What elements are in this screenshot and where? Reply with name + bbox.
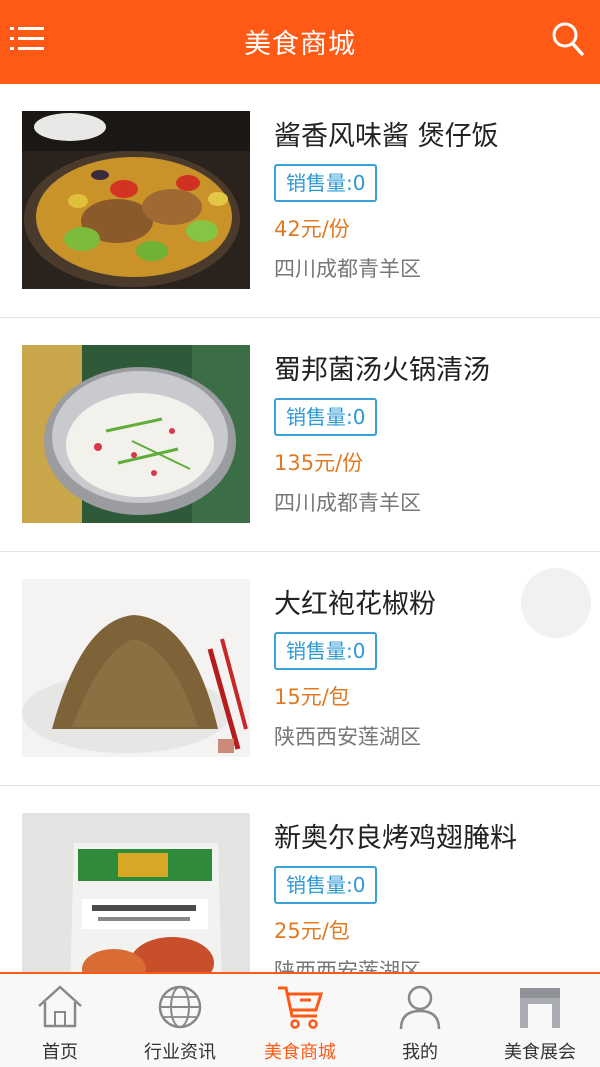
product-image[interactable] — [22, 579, 250, 757]
product-item[interactable]: 蜀邦菌汤火锅清汤 销售量:0 135元/份 四川成都青羊区 — [0, 318, 600, 552]
product-price: 42元/份 — [274, 217, 350, 241]
tab-mine[interactable]: 我的 — [360, 974, 480, 1067]
product-price: 15元/包 — [274, 685, 350, 709]
store-icon — [515, 982, 565, 1032]
user-icon — [395, 982, 445, 1032]
product-name[interactable]: 新奥尔良烤鸡翅腌料 — [274, 816, 517, 855]
product-price: 135元/份 — [274, 451, 364, 475]
page-title: 美食商城 — [244, 29, 356, 60]
product-price: 25元/包 — [274, 919, 350, 943]
product-image[interactable] — [22, 813, 250, 972]
product-name[interactable]: 蜀邦菌汤火锅清汤 — [274, 348, 490, 387]
product-image[interactable] — [22, 345, 250, 523]
sales-badge: 销售量:0 — [274, 164, 378, 202]
cart-icon — [275, 982, 325, 1032]
sales-badge: 销售量:0 — [274, 632, 378, 670]
floating-action-button[interactable] — [521, 568, 591, 638]
product-list: 酱香风味酱 煲仔饭 销售量:0 42元/份 四川成都青羊区 蜀邦菌汤火锅清汤 销… — [0, 84, 600, 972]
product-item[interactable]: 大红袍花椒粉 销售量:0 15元/包 陕西西安莲湖区 — [0, 552, 600, 786]
product-name[interactable]: 大红袍花椒粉 — [274, 582, 436, 621]
sales-badge: 销售量:0 — [274, 866, 378, 904]
sales-badge: 销售量:0 — [274, 398, 378, 436]
tab-label: 美食商城 — [264, 1042, 336, 1063]
tab-industry-news[interactable]: 行业资讯 — [120, 974, 240, 1067]
product-name[interactable]: 酱香风味酱 煲仔饭 — [274, 114, 499, 153]
product-item[interactable]: 酱香风味酱 煲仔饭 销售量:0 42元/份 四川成都青羊区 — [0, 84, 600, 318]
tab-label: 首页 — [42, 1042, 78, 1063]
product-region: 四川成都青羊区 — [274, 491, 421, 515]
product-image[interactable] — [22, 111, 250, 289]
bottom-tab-bar: 首页 行业资讯 美食商城 我的 美食展会 — [0, 972, 600, 1067]
search-icon[interactable] — [550, 20, 586, 58]
tab-home[interactable]: 首页 — [0, 974, 120, 1067]
product-region: 陕西西安莲湖区 — [274, 959, 421, 972]
tab-food-expo[interactable]: 美食展会 — [480, 974, 600, 1067]
product-item[interactable]: 新奥尔良烤鸡翅腌料 销售量:0 25元/包 陕西西安莲湖区 — [0, 786, 600, 972]
tab-label: 美食展会 — [504, 1042, 576, 1063]
tab-food-mall[interactable]: 美食商城 — [240, 974, 360, 1067]
app-header: 美食商城 — [0, 0, 600, 84]
home-icon — [35, 982, 85, 1032]
product-region: 陕西西安莲湖区 — [274, 725, 421, 749]
tab-label: 行业资讯 — [144, 1042, 216, 1063]
tab-label: 我的 — [402, 1042, 438, 1063]
globe-icon — [155, 982, 205, 1032]
product-region: 四川成都青羊区 — [274, 257, 421, 281]
